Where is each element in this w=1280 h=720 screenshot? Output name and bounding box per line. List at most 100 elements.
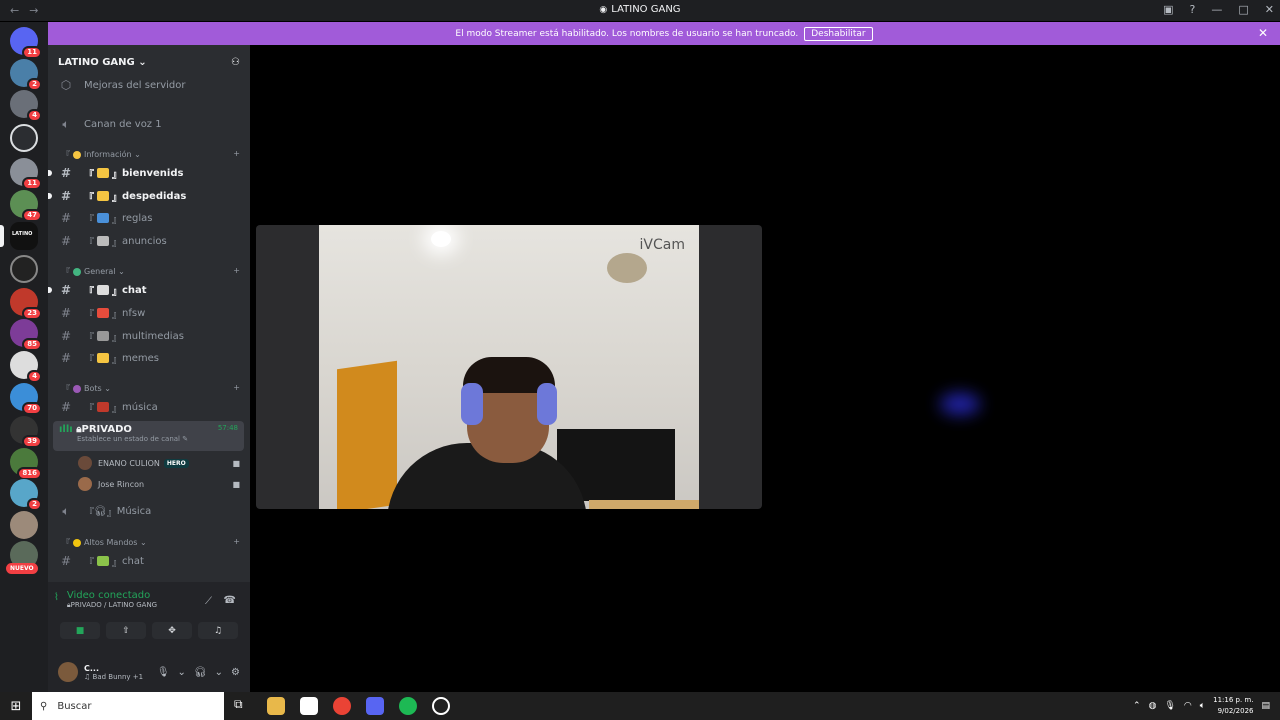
channel-bienvenids[interactable]: # 『』 bienvenids [48, 163, 250, 183]
chevron-down-icon[interactable]: ⌄ [178, 667, 186, 678]
channel-multimedias[interactable]: # 『』 multimedias [48, 326, 250, 346]
window-title: ◉ LATINO GANG [599, 4, 681, 15]
close-window-icon[interactable]: ✕ [1265, 3, 1274, 16]
screen-share-button[interactable]: ⇧ [106, 622, 146, 639]
voice-channel-canan[interactable]: 🔈︎ Canan de voz 1 [48, 114, 250, 134]
clock[interactable]: 11:16 p. m. 9/02/2026 [1213, 695, 1253, 717]
windows-start-icon[interactable]: ⊞ [0, 699, 32, 714]
watermark: iVCam [639, 237, 685, 253]
add-channel-icon[interactable]: + [233, 149, 240, 160]
server-icon[interactable] [10, 124, 38, 152]
channel-reglas[interactable]: # 『』 reglas [48, 208, 250, 228]
server-icon[interactable]: 23 [10, 288, 42, 320]
voice-channel-musica[interactable]: 🔈︎ 『🎧︎』 Música [48, 501, 250, 521]
channel-musica-text[interactable]: # 『』 música [48, 397, 250, 417]
server-icon[interactable] [10, 511, 38, 539]
category-general[interactable]: 『General ⌄ + [62, 266, 240, 277]
channel-chat-altos[interactable]: # 『』 chat [48, 551, 250, 571]
guild-header[interactable]: LATINO GANG ⌄ ⚇ [48, 45, 250, 79]
server-icon[interactable]: 2 [10, 59, 42, 91]
close-icon[interactable]: ✕ [1258, 26, 1268, 40]
forward-arrow-icon[interactable]: → [29, 4, 38, 17]
disconnect-icon[interactable]: ☎ [224, 595, 236, 606]
voice-status: ⌇ Video conectado 🔒︎PRIVADO / LATINO GAN… [54, 590, 158, 609]
help-icon[interactable]: ? [1190, 3, 1196, 16]
notifications-icon[interactable]: ▤ [1261, 701, 1270, 711]
video-camera-icon: ■ [232, 479, 240, 489]
hash-icon: # [60, 351, 72, 365]
server-icon[interactable]: 4 [10, 90, 42, 122]
speaker-icon: 🔈︎ [62, 503, 70, 518]
hero-badge: HERO [163, 458, 189, 468]
webcam-video: iVCam [319, 225, 699, 509]
store-icon[interactable] [300, 697, 318, 715]
voice-user[interactable]: Jose Rincon ■ [78, 475, 240, 493]
wifi-icon[interactable]: ◠ [1184, 701, 1192, 711]
chevron-up-icon[interactable]: ⌃ [1133, 701, 1141, 711]
channel-chat[interactable]: # 『』 chat [48, 280, 250, 300]
channel-nfsw[interactable]: # 『』 nfsw [48, 303, 250, 323]
microphone-icon[interactable]: 🎙︎ [157, 667, 170, 678]
channel-memes[interactable]: # 『』 memes [48, 348, 250, 368]
chrome-icon[interactable] [333, 697, 351, 715]
hash-icon: # [60, 554, 72, 568]
chevron-down-icon[interactable]: ⌄ [215, 667, 223, 678]
user-area: C... ♫ Bad Bunny +1 🎙︎ ⌄ 🎧︎ ⌄ ⚙ [48, 654, 250, 690]
hash-icon: # [60, 329, 72, 343]
add-channel-icon[interactable]: + [233, 383, 240, 394]
settings-icon[interactable]: ⚙ [231, 667, 240, 678]
server-icon-latino-gang[interactable]: LATINO [0, 222, 38, 250]
server-icon[interactable]: 816 [10, 448, 42, 480]
minimize-icon[interactable]: — [1211, 3, 1222, 16]
video-camera-icon: ■ [232, 458, 240, 468]
maximize-icon[interactable]: □ [1238, 3, 1248, 16]
server-icon[interactable]: 85 [10, 319, 42, 351]
channel-status[interactable]: Establece un estado de canal ✎ [77, 435, 238, 443]
activities-button[interactable]: ✥ [152, 622, 192, 639]
system-tray: ⌃ ◍ 🎙︎ ◠ 🔈︎ 11:16 p. m. 9/02/2026 ▤ [1133, 695, 1280, 717]
server-icon[interactable]: 39 [10, 416, 42, 448]
selected-indicator [0, 225, 4, 247]
add-channel-icon[interactable]: + [233, 266, 240, 277]
invite-icon[interactable]: ⚇ [231, 57, 240, 68]
disable-button[interactable]: Deshabilitar [804, 26, 873, 41]
voice-user[interactable]: ENANO CULION HERO ■ [78, 454, 240, 472]
camera-button[interactable]: ■ [60, 622, 100, 639]
avatar[interactable] [58, 662, 78, 682]
network-icon[interactable]: ◍ [1149, 701, 1157, 711]
server-boost-item[interactable]: ⬡ Mejoras del servidor [48, 75, 250, 95]
discord-icon[interactable] [366, 697, 384, 715]
chevron-down-icon: ⌄ [138, 56, 147, 68]
server-icon[interactable]: 2 [10, 479, 42, 511]
task-view-icon[interactable]: ⧉ [234, 697, 252, 715]
category-altos-mandos[interactable]: 『Altos Mandos ⌄ + [62, 537, 240, 548]
category-informacion[interactable]: 『Información ⌄ + [62, 149, 240, 160]
channel-despedidas[interactable]: # 『』 despedidas [48, 186, 250, 206]
inbox-icon[interactable]: ▣ [1163, 3, 1173, 16]
video-tile[interactable]: iVCam [256, 225, 762, 509]
add-channel-icon[interactable]: + [233, 537, 240, 548]
server-icon[interactable]: 70 [10, 383, 42, 415]
server-icon[interactable] [10, 255, 38, 283]
soundboard-button[interactable]: ♫ [198, 622, 238, 639]
noise-suppression-icon[interactable]: ⟋ [205, 596, 212, 607]
server-icon[interactable]: 11 [10, 158, 42, 190]
home-server-icon[interactable]: 11 [10, 27, 42, 59]
hash-icon: # [60, 306, 72, 320]
server-icon[interactable]: 4 [10, 351, 42, 383]
volume-icon[interactable]: 🔈︎ [1200, 701, 1205, 711]
channel-anuncios[interactable]: # 『』 anuncios [48, 231, 250, 251]
hash-icon: # [60, 166, 72, 180]
spotify-icon[interactable] [399, 697, 417, 715]
server-icon[interactable]: 47 [10, 190, 42, 222]
microphone-icon[interactable]: 🎙︎ [1164, 701, 1175, 711]
search-box[interactable]: ⚲ Buscar [32, 692, 224, 720]
hash-icon: # [60, 234, 72, 248]
voice-channel-privado[interactable]: ıllı 🔒︎PRIVADO 57:48 Establece un estado … [53, 421, 244, 451]
headphones-icon[interactable]: 🎧︎ [194, 667, 207, 678]
file-explorer-icon[interactable] [267, 697, 285, 715]
category-bots[interactable]: 『Bots ⌄ + [62, 383, 240, 394]
obs-icon[interactable] [432, 697, 450, 715]
back-arrow-icon[interactable]: ← [10, 4, 19, 17]
video-stage: iVCam [250, 45, 1280, 692]
